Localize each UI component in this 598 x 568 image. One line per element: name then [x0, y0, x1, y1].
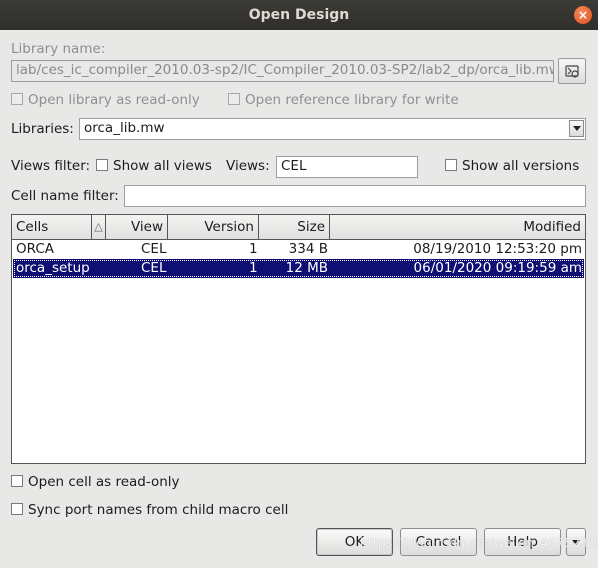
header-version-label: Version	[204, 219, 254, 235]
header-size[interactable]: Size	[259, 215, 330, 239]
cell-modified: 08/19/2010 12:53:20 pm	[413, 241, 582, 257]
sort-ascending-icon[interactable]: △	[92, 215, 106, 239]
checkbox-box[interactable]	[11, 503, 23, 515]
more-options-button[interactable]	[566, 528, 586, 556]
title-bar: Open Design ×	[0, 0, 598, 30]
header-view[interactable]: View	[106, 215, 168, 239]
header-cells[interactable]: Cells	[12, 215, 92, 239]
checkbox-box[interactable]	[445, 159, 457, 171]
header-modified[interactable]: Modified	[330, 215, 585, 239]
open-cell-readonly-label: Open cell as read-only	[28, 474, 180, 490]
help-button[interactable]: Help	[484, 528, 561, 556]
header-cells-label: Cells	[16, 219, 49, 235]
cell-version: 1	[249, 260, 258, 276]
open-cell-readonly-checkbox[interactable]: Open cell as read-only	[11, 474, 180, 490]
cell-version: 1	[249, 241, 258, 257]
show-all-views-checkbox[interactable]: Show all views	[96, 158, 212, 174]
open-design-dialog: Open Design × Library name: lab/ces_ic_c…	[0, 0, 598, 568]
cancel-button[interactable]: Cancel	[400, 528, 477, 556]
cell-name-filter-label: Cell name filter:	[11, 188, 119, 204]
header-modified-label: Modified	[523, 219, 581, 235]
cell-name-filter-input[interactable]	[124, 185, 586, 207]
libraries-label: Libraries:	[11, 121, 74, 137]
table-header: Cells △ View Version Size Modified	[12, 215, 585, 240]
window-title: Open Design	[248, 7, 350, 23]
ok-button[interactable]: OK	[316, 528, 393, 556]
views-filter-label: Views filter:	[11, 158, 91, 174]
checkbox-box[interactable]	[11, 93, 23, 105]
show-all-versions-checkbox[interactable]: Show all versions	[445, 158, 579, 174]
open-library-readonly-label: Open library as read-only	[28, 92, 200, 108]
sync-port-names-checkbox[interactable]: Sync port names from child macro cell	[11, 502, 288, 518]
checkbox-box[interactable]	[11, 475, 23, 487]
libraries-dropdown-button[interactable]	[569, 120, 584, 137]
library-name-field[interactable]: lab/ces_ic_compiler_2010.03-sp2/IC_Compi…	[11, 60, 554, 82]
cell-modified: 06/01/2020 09:19:59 am	[413, 260, 582, 276]
views-input[interactable]: CEL	[276, 156, 418, 178]
checkbox-box[interactable]	[228, 93, 240, 105]
cell-size: 334 B	[288, 241, 328, 257]
open-library-readonly-checkbox[interactable]: Open library as read-only	[11, 92, 200, 108]
cells-table[interactable]: Cells △ View Version Size Modified ORCA …	[11, 214, 586, 464]
cell-name: ORCA	[16, 241, 54, 257]
header-version[interactable]: Version	[168, 215, 259, 239]
sync-port-names-label: Sync port names from child macro cell	[28, 502, 289, 518]
cell-view: CEL	[141, 260, 167, 276]
cell-name: orca_setup	[16, 260, 90, 276]
close-icon[interactable]: ×	[574, 6, 592, 24]
chevron-down-icon	[572, 126, 581, 131]
open-reference-library-label: Open reference library for write	[245, 92, 459, 108]
libraries-selected-value: orca_lib.mw	[84, 120, 165, 136]
chevron-down-icon	[572, 539, 580, 545]
show-all-versions-label: Show all versions	[462, 158, 580, 174]
show-all-views-label: Show all views	[113, 158, 212, 174]
checkbox-box[interactable]	[96, 159, 108, 171]
table-row-selected[interactable]: orca_setup CEL 1 12 MB 06/01/2020 09:19:…	[13, 259, 584, 278]
folder-browse-icon	[565, 65, 579, 78]
header-size-label: Size	[297, 219, 325, 235]
header-view-label: View	[130, 219, 163, 235]
cell-view: CEL	[141, 241, 167, 257]
table-row[interactable]: ORCA CEL 1 334 B 08/19/2010 12:53:20 pm	[13, 240, 584, 259]
browse-library-button[interactable]	[558, 58, 586, 84]
library-name-label: Library name:	[11, 41, 106, 57]
libraries-select[interactable]: orca_lib.mw	[79, 118, 586, 140]
cell-size: 12 MB	[285, 260, 328, 276]
views-label: Views:	[226, 158, 270, 174]
watermark: https://blog.csdn.net/weixin_46752319	[360, 535, 598, 550]
open-reference-library-checkbox[interactable]: Open reference library for write	[228, 92, 459, 108]
